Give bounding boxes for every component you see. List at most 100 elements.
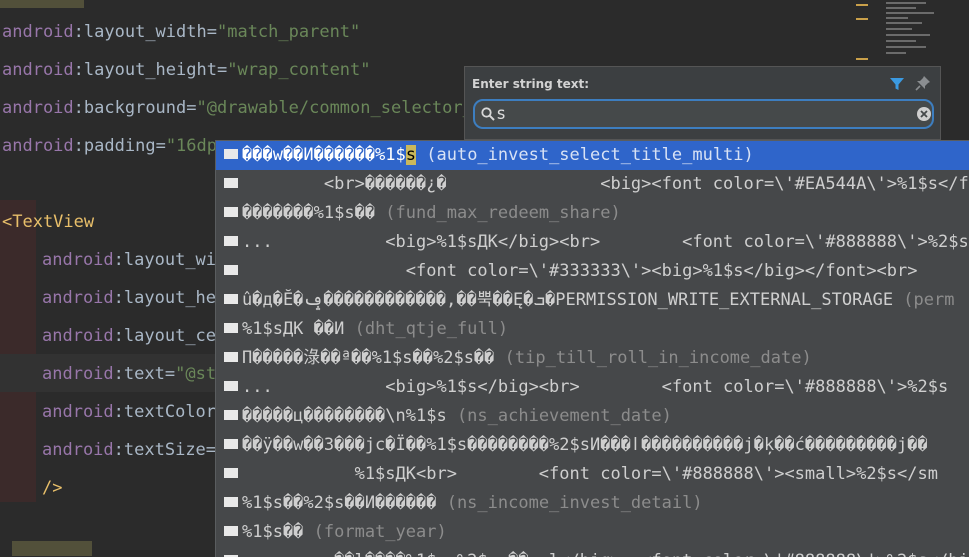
attr-namespace: android <box>42 288 114 308</box>
attr-namespace: android <box>42 250 114 270</box>
clear-icon[interactable] <box>916 106 932 122</box>
resource-key-hint: (dht_qtje_full) <box>344 319 509 339</box>
attr-value: "wrap_content" <box>227 60 371 80</box>
attr-namespace: android <box>2 60 74 80</box>
code-line[interactable]: android:layout_height="wrap_content" <box>2 58 371 82</box>
search-icon <box>481 107 495 121</box>
resource-key-hint: (fund_max_redeem_share) <box>375 203 621 223</box>
pin-icon[interactable] <box>915 75 931 91</box>
completion-text: ... <big>%1$s</big><br> <font color=\'#8… <box>242 377 949 397</box>
code-line[interactable]: android:layout_wid <box>42 248 226 272</box>
completion-text: û�д�Ĕ�ݡ������������,��뿍��Ę�ܒ�PERMISSION_… <box>242 290 894 310</box>
completion-text: <br>������¿� <big><font color=\'#EA544A\… <box>242 174 969 194</box>
line-highlight <box>0 0 84 8</box>
completion-text: %1$s�� <box>242 522 304 542</box>
attr-name: layout_wid <box>123 250 227 270</box>
attr-name: layout_cen <box>123 326 227 346</box>
colon: : <box>113 402 124 422</box>
minimap[interactable] <box>854 0 969 70</box>
equals: = <box>155 136 166 156</box>
attr-namespace: android <box>2 22 74 42</box>
completion-item[interactable]: <br>������¿� <big><font color=\'#EA544A\… <box>216 170 969 199</box>
minimap-mark <box>886 12 934 14</box>
string-resource-icon <box>224 410 238 420</box>
code-line[interactable]: /> <box>42 476 62 500</box>
completion-text: ��ÿ��w��3���jc�Ï��%1$s��������%2$sИ���ӏ�… <box>242 435 928 455</box>
string-resource-icon <box>224 178 238 188</box>
attr-name: text <box>123 364 165 384</box>
attr-value: "16dp <box>165 136 217 156</box>
completion-item[interactable]: <font color=\'#333333\'><big>%1$s</big><… <box>216 257 969 286</box>
completion-item[interactable]: П�����淥��ª��%1$s��%2$s�� (tip_till_roll_… <box>216 344 969 373</box>
completion-item[interactable]: %1$sДК<br> <font color=\'#888888\'><smal… <box>216 460 969 489</box>
attr-name: layout_height <box>83 60 217 80</box>
string-resource-icon <box>224 526 238 536</box>
code-line[interactable]: android:layout_cen <box>42 324 226 348</box>
string-search-popup: Enter string text: <box>464 66 941 140</box>
attr-value: "@st <box>175 364 217 384</box>
equals: = <box>186 98 197 118</box>
completion-item[interactable]: û�д�Ĕ�ݡ������������,��뿍��Ę�ܒ�PERMISSION_… <box>216 286 969 315</box>
completion-item[interactable]: �����ц��������\n%1$s (ns_achievement_dat… <box>216 402 969 431</box>
attr-namespace: android <box>2 98 74 118</box>
string-resource-icon <box>224 323 238 333</box>
completion-item[interactable]: ... <big>%1$s</big><br> <font color=\'#8… <box>216 373 969 402</box>
search-field[interactable] <box>473 99 934 129</box>
code-line[interactable]: android:text="@st <box>42 362 216 386</box>
completion-item[interactable]: %1$s��%2$s��И������ (ns_income_invest_de… <box>216 489 969 518</box>
resource-key-hint: (ns_achievement_date) <box>446 406 672 426</box>
completion-list[interactable]: ���w��И������%1$s (auto_invest_select_ti… <box>215 140 969 557</box>
minimap-mark <box>856 4 868 6</box>
colon: : <box>113 440 124 460</box>
xml-tag: <TextView <box>2 212 95 232</box>
minimap-mark <box>886 17 908 19</box>
minimap-mark <box>886 34 930 36</box>
minimap-mark <box>886 22 922 24</box>
equals: = <box>164 364 176 384</box>
colon: : <box>73 60 84 80</box>
completion-item[interactable]: %1$s�� (format_year) <box>216 518 969 547</box>
minimap-mark <box>886 46 926 48</box>
minimap-mark <box>886 40 916 42</box>
code-line[interactable]: android:background="@drawable/common_sel… <box>2 96 483 120</box>
completion-item[interactable]: ��ÿ��w��3���jc�Ï��%1$s��������%2$sИ���ӏ�… <box>216 431 969 460</box>
code-line[interactable]: android:layout_width="match_parent" <box>2 20 360 44</box>
completion-text: %1$s��%2$s��И������ <box>242 493 437 513</box>
completion-text: %1$sДК<br> <font color=\'#888888\'><smal… <box>242 464 938 484</box>
minimap-mark <box>856 18 868 20</box>
minimap-mark <box>856 58 868 60</box>
minimap-mark <box>886 2 926 4</box>
code-line[interactable]: <TextView <box>2 210 94 234</box>
filter-icon[interactable] <box>889 76 905 92</box>
colon: : <box>113 364 124 384</box>
completion-item[interactable]: ... <big>%1$sДК</big><br> <font color=\'… <box>216 228 969 257</box>
attr-value: "match_parent" <box>216 22 361 42</box>
completion-text: ���w��И������%1$ <box>242 145 406 165</box>
resource-key-hint: (ns_income_invest_detail) <box>436 493 703 513</box>
xml-tag-close: /> <box>42 478 63 498</box>
search-input[interactable] <box>496 103 896 125</box>
attr-name: layout_width <box>83 22 207 42</box>
string-resource-icon <box>224 497 238 507</box>
equals: = <box>216 60 228 80</box>
minimap-mark <box>886 52 906 54</box>
code-line[interactable]: android:textColor= <box>42 400 226 424</box>
code-line[interactable]: android:layout_hei <box>42 286 226 310</box>
completion-item[interactable]: %1$sДК ��И (dht_qtje_full) <box>216 315 969 344</box>
completion-text: �������%1$s�� <box>242 203 376 223</box>
completion-item[interactable]: �������%1$s�� (fund_max_redeem_share) <box>216 199 969 228</box>
code-line[interactable]: android:textSize=" <box>42 438 226 462</box>
colon: : <box>113 250 124 270</box>
string-resource-icon <box>224 468 238 478</box>
completion-item[interactable]: ���w��И������%1$s (auto_invest_select_ti… <box>216 141 969 170</box>
string-resource-icon <box>224 149 238 159</box>
attr-namespace: android <box>42 326 114 346</box>
match-highlight: s <box>405 145 417 165</box>
code-line[interactable]: android:padding="16dp <box>2 134 217 158</box>
resource-key-hint: (format_year) <box>303 522 447 542</box>
completion-text: ��l����%1$ %2$ �� l</big> <font color=\'… <box>242 551 969 557</box>
attr-namespace: android <box>42 402 114 422</box>
colon: : <box>113 326 124 346</box>
string-resource-icon <box>224 294 238 304</box>
minimap-mark <box>886 7 916 9</box>
